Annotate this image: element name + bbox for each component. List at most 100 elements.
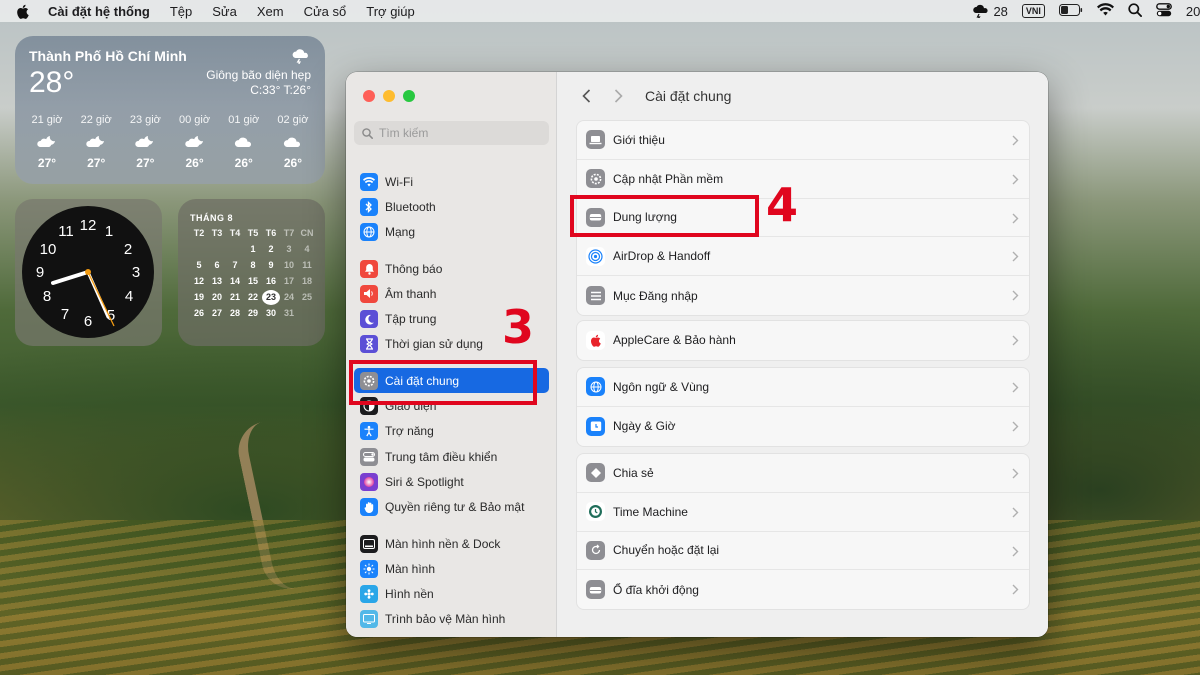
display-icon bbox=[360, 559, 378, 578]
sidebar-item[interactable]: Thông báo bbox=[354, 256, 549, 281]
settings-row[interactable]: Chuyển hoặc đặt lại bbox=[577, 532, 1029, 571]
calendar-day: 15 bbox=[247, 276, 258, 286]
settings-row[interactable]: Ổ đĩa khởi động bbox=[577, 570, 1029, 609]
clock-number: 3 bbox=[132, 264, 140, 281]
apple-logo-icon[interactable] bbox=[16, 3, 32, 19]
cloud-moon-icon bbox=[125, 129, 165, 153]
settings-row[interactable]: AppleCare & Bảo hành bbox=[577, 321, 1029, 360]
sidebar-item[interactable]: Siri & Spotlight bbox=[354, 469, 549, 494]
chevron-right-icon bbox=[1012, 213, 1019, 227]
moon-icon bbox=[360, 310, 378, 329]
dock-icon bbox=[360, 534, 378, 553]
cloud-moon-icon bbox=[175, 129, 215, 153]
menu-app-name[interactable]: Cài đặt hệ thống bbox=[48, 4, 150, 19]
menu-help[interactable]: Trợ giúp bbox=[366, 4, 415, 19]
search-placeholder: Tìm kiếm bbox=[379, 126, 429, 140]
close-window-button[interactable] bbox=[363, 90, 375, 102]
input-method-badge[interactable]: VNI bbox=[1021, 4, 1045, 18]
calendar-day: 13 bbox=[211, 276, 222, 286]
forecast-temp: 27° bbox=[87, 156, 106, 170]
minimize-window-button[interactable] bbox=[383, 90, 395, 102]
chevron-right-icon bbox=[1012, 135, 1019, 149]
clock-number: 2 bbox=[124, 241, 132, 258]
calendar-widget[interactable]: THÁNG 8 T2 T3 T4 T5 T6 T7 CN 1 2 3 4 5 6 7 8 9 10… bbox=[178, 199, 325, 346]
sidebar-item-label: Thời gian sử dụng bbox=[385, 337, 483, 352]
calendar-day: 12 bbox=[193, 276, 204, 286]
sidebar-search-field[interactable]: Tìm kiếm bbox=[354, 121, 549, 145]
clock-widget[interactable]: 12 1 2 3 4 5 6 7 8 9 10 11 bbox=[15, 199, 162, 346]
sidebar-item-label: Thông báo bbox=[385, 261, 443, 276]
sidebar-item[interactable]: Màn hình nền & Dock bbox=[354, 531, 549, 556]
sidebar-item[interactable]: Mạng bbox=[354, 220, 549, 245]
calendar-day: 30 bbox=[265, 308, 276, 318]
calendar-day: 6 bbox=[214, 260, 220, 270]
forward-chevron-icon[interactable] bbox=[609, 89, 627, 103]
calendar-day: 26 bbox=[193, 308, 204, 318]
wifi-status-icon[interactable] bbox=[1096, 3, 1114, 19]
menu-edit[interactable]: Sửa bbox=[212, 4, 237, 19]
sidebar-item[interactable]: Trợ năng bbox=[354, 419, 549, 444]
sidebar-item-label: Bluetooth bbox=[385, 199, 436, 214]
calendar-day: 3 bbox=[286, 244, 292, 254]
settings-row[interactable]: Cập nhật Phần mềm bbox=[577, 160, 1029, 199]
zoom-window-button[interactable] bbox=[403, 90, 415, 102]
menu-file[interactable]: Tệp bbox=[170, 4, 192, 19]
settings-row[interactable]: Giới thiệu bbox=[577, 121, 1029, 160]
menubar-clock[interactable]: 20: bbox=[1186, 4, 1200, 19]
calendar-day: 2 bbox=[268, 244, 274, 254]
calendar-day: 28 bbox=[229, 308, 240, 318]
settings-row-label: Mục Đăng nhập bbox=[613, 288, 698, 303]
calendar-day: 14 bbox=[229, 276, 240, 286]
settings-row[interactable]: Mục Đăng nhập bbox=[577, 276, 1029, 315]
chevron-right-icon bbox=[1012, 251, 1019, 265]
settings-row[interactable]: Time Machine bbox=[577, 493, 1029, 532]
settings-row[interactable]: Chia sẻ bbox=[577, 454, 1029, 493]
menubar-weather[interactable]: 28 bbox=[972, 3, 1008, 19]
forecast-hour: 00 giờ bbox=[179, 114, 211, 126]
control-center-status-icon[interactable] bbox=[1156, 2, 1172, 20]
hand-icon bbox=[360, 498, 378, 517]
sidebar-item[interactable]: Màn hình bbox=[354, 556, 549, 581]
menu-window[interactable]: Cửa sổ bbox=[304, 4, 347, 19]
sidebar-item-label: Wi-Fi bbox=[385, 174, 413, 189]
calendar-blank bbox=[226, 242, 244, 257]
menu-view[interactable]: Xem bbox=[257, 4, 284, 19]
main-header: Cài đặt chung bbox=[577, 86, 731, 106]
sidebar-item[interactable]: Bluetooth bbox=[354, 194, 549, 219]
menubar-weather-temp: 28 bbox=[993, 3, 1008, 19]
forecast-item: 02 giờ 26° bbox=[273, 114, 313, 170]
clock-number: 9 bbox=[36, 264, 44, 281]
page-title: Cài đặt chung bbox=[645, 88, 732, 104]
forecast-hour: 22 giờ bbox=[80, 114, 112, 126]
calendar-day: 25 bbox=[301, 292, 312, 302]
settings-row[interactable]: Ngày & Giờ bbox=[577, 407, 1029, 446]
weather-city: Thành Phố Hồ Chí Minh bbox=[29, 48, 187, 64]
settings-row-label: Giới thiệu bbox=[613, 132, 665, 147]
spotlight-search-icon[interactable] bbox=[1128, 2, 1142, 20]
forecast-temp: 27° bbox=[136, 156, 155, 170]
sidebar-item[interactable]: Quyền riêng tư & Bảo mật bbox=[354, 495, 549, 520]
calendar-day: 5 bbox=[196, 260, 202, 270]
sidebar-item-label: Siri & Spotlight bbox=[385, 474, 464, 489]
back-chevron-icon[interactable] bbox=[577, 89, 595, 103]
settings-row-label: AirDrop & Handoff bbox=[613, 249, 711, 264]
settings-row[interactable]: Ngôn ngữ & Vùng bbox=[577, 368, 1029, 407]
sidebar-item[interactable]: Trình bảo vệ Màn hình bbox=[354, 607, 549, 632]
bluetooth-icon bbox=[360, 197, 378, 216]
laptop-icon bbox=[586, 130, 605, 150]
weather-widget[interactable]: Thành Phố Hồ Chí Minh 28° Giông bão diện… bbox=[15, 36, 325, 184]
forecast-temp: 26° bbox=[283, 156, 303, 170]
battery-icon[interactable] bbox=[1058, 3, 1083, 19]
calendar-day: 10 bbox=[283, 260, 294, 270]
sidebar-item[interactable]: Wi-Fi bbox=[354, 169, 549, 194]
settings-row-label: Cập nhật Phần mềm bbox=[613, 171, 724, 186]
calendar-weekday: T3 bbox=[211, 228, 223, 238]
cloud-moon-icon bbox=[27, 129, 67, 153]
settings-row-label: Time Machine bbox=[613, 504, 688, 519]
calendar-day: 31 bbox=[283, 308, 294, 318]
system-settings-window: Tìm kiếm Wi-Fi Bluetooth Mạng Thông báo Âm t… bbox=[346, 72, 1048, 637]
sidebar-item[interactable]: Trung tâm điều khiển bbox=[354, 444, 549, 469]
sidebar-item[interactable]: Hình nền bbox=[354, 581, 549, 606]
forecast-temp: 26° bbox=[185, 156, 204, 170]
settings-row[interactable]: AirDrop & Handoff bbox=[577, 237, 1029, 277]
